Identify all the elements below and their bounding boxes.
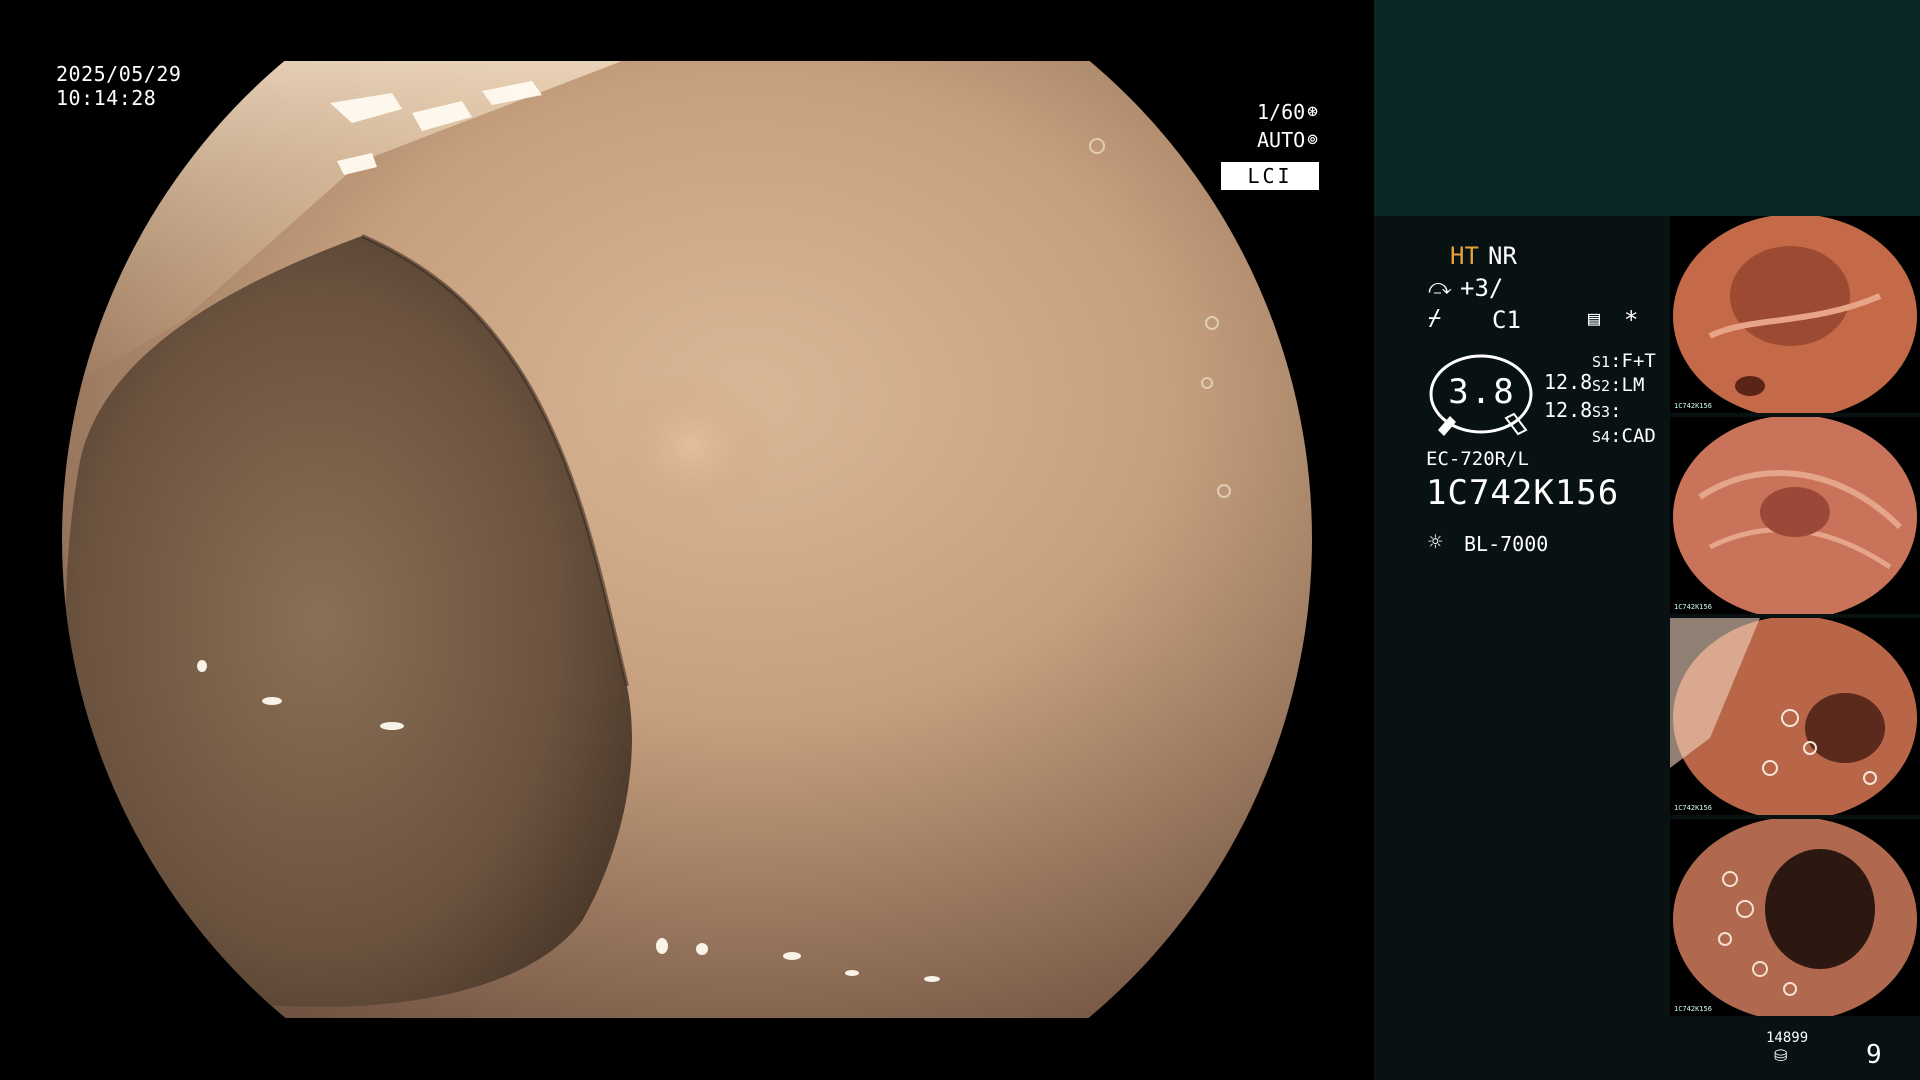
color-mode-value: C1	[1492, 306, 1521, 334]
info-panel: HT NR ⤼ +3/ ⌿ C1 ▤ * 3.8 12.8 12.8 S1:F+…	[1374, 0, 1920, 1080]
endoscopic-image	[62, 61, 1312, 1018]
switch-s4: S4:CAD	[1592, 425, 1656, 447]
structure-enhance-icon: ⤼	[1428, 275, 1452, 300]
nr-indicator: NR	[1488, 242, 1517, 270]
switch-s2: S2:LM	[1592, 374, 1645, 396]
zoom-value: 3.8	[1448, 372, 1516, 412]
scope-serial: 1C742K156	[1426, 473, 1620, 513]
thumbnail-serial: 1C742K156	[1674, 804, 1712, 812]
storage-remaining: 14899	[1766, 1030, 1809, 1046]
date-time-readout: 2025/05/29 10:14:28	[56, 62, 181, 110]
ratio-value-2: 12.8	[1544, 398, 1593, 422]
aperture-icon: ⊛	[1307, 101, 1318, 122]
thumbnail-serial: 1C742K156	[1674, 603, 1712, 611]
thumbnail[interactable]: 1C742K156	[1670, 216, 1920, 413]
star-indicator: *	[1624, 306, 1639, 334]
date-text: 2025/05/29	[56, 62, 182, 86]
switch-s1: S1:F+T	[1592, 350, 1656, 372]
iris-icon: ⊚	[1307, 129, 1318, 150]
thumbnail-serial: 1C742K156	[1674, 402, 1712, 410]
capture-count: 9	[1866, 1040, 1882, 1070]
iris-text: AUTO	[1256, 128, 1306, 152]
ratio-value-1: 12.8	[1544, 370, 1593, 394]
shutter-text: 1/60	[1256, 100, 1306, 124]
thumbnail-serial: 1C742K156	[1674, 1005, 1712, 1013]
shutter-row: 1/60 ⊛	[1220, 98, 1318, 126]
light-mode-badge: LCI	[1221, 162, 1319, 190]
colon-mucosa-image	[62, 61, 1312, 1018]
thumbnail[interactable]: 1C742K156	[1670, 618, 1920, 815]
light-source-model: BL-7000	[1464, 532, 1549, 556]
ht-indicator: HT	[1450, 242, 1479, 270]
thumbnail[interactable]: 1C742K156	[1670, 417, 1920, 614]
scope-model: EC-720R/L	[1426, 448, 1529, 470]
thumbnail-image	[1670, 216, 1920, 413]
switch-s3: S3:	[1592, 400, 1622, 422]
structure-enhance-value: +3/	[1460, 274, 1504, 302]
memo-icon: ▤	[1588, 306, 1601, 330]
time-text: 10:14:28	[56, 86, 157, 110]
color-mode-icon: ⌿	[1428, 306, 1442, 331]
thumbnail-image	[1670, 618, 1920, 815]
panel-header-area	[1374, 0, 1920, 216]
light-source-icon: ☼	[1428, 528, 1443, 556]
iris-row: AUTO ⊚	[1220, 126, 1318, 154]
exposure-readout: 1/60 ⊛ AUTO ⊚	[1220, 98, 1318, 154]
storage-disk-icon: ⛁	[1774, 1046, 1788, 1065]
endoscope-main-view: 2025/05/29 10:14:28 1/60 ⊛ AUTO ⊚ LCI	[0, 0, 1374, 1080]
thumbnail[interactable]: 1C742K156	[1670, 819, 1920, 1016]
thumbnail-image	[1670, 819, 1920, 1016]
thumbnail-image	[1670, 417, 1920, 614]
